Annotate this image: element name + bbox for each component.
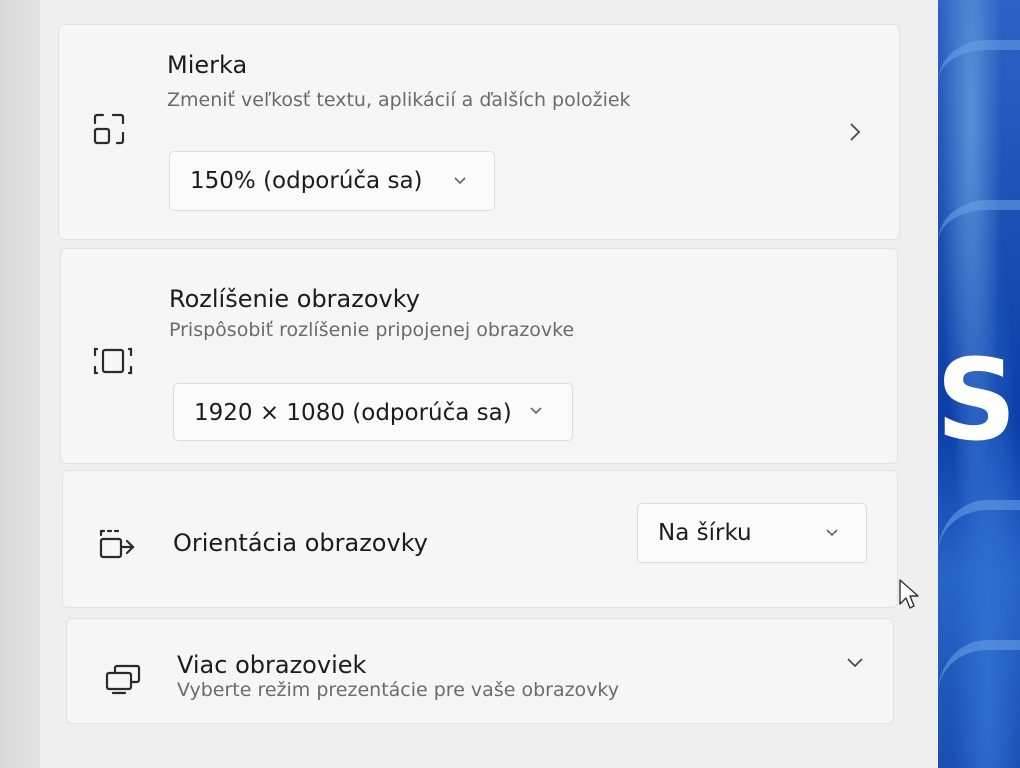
multiple-displays-subtitle: Vyberte režim prezentácie pre vaše obraz… xyxy=(177,679,620,701)
resolution-dropdown[interactable]: 1920 × 1080 (odporúča sa) xyxy=(173,383,573,441)
orientation-icon xyxy=(97,527,141,567)
resolution-subtitle: Prispôsobiť rozlíšenie pripojenej obrazo… xyxy=(169,319,575,341)
wallpaper-logo-letter: S xyxy=(936,336,1017,466)
orientation-card: Orientácia obrazovky Na šírku xyxy=(62,470,898,608)
wallpaper-wave xyxy=(938,640,1020,730)
scale-dropdown[interactable]: 150% (odporúča sa) xyxy=(169,151,495,211)
wallpaper-wave xyxy=(938,200,1020,270)
multiple-displays-card[interactable]: Viac obrazoviek Vyberte režim prezentáci… xyxy=(66,618,894,724)
scale-icon xyxy=(91,111,127,151)
orientation-title: Orientácia obrazovky xyxy=(173,529,428,557)
resolution-card[interactable]: Rozlíšenie obrazovky Prispôsobiť rozlíše… xyxy=(60,248,898,464)
wallpaper-wave xyxy=(938,500,1020,590)
chevron-down-icon[interactable] xyxy=(845,655,865,674)
scale-title: Mierka xyxy=(167,51,248,79)
resolution-title: Rozlíšenie obrazovky xyxy=(169,285,420,313)
scale-card[interactable]: Mierka Zmeniť veľkosť textu, aplikácií a… xyxy=(58,24,900,240)
mouse-cursor-icon xyxy=(898,578,922,616)
resolution-dropdown-value: 1920 × 1080 (odporúča sa) xyxy=(194,400,512,426)
multiple-displays-icon xyxy=(103,663,143,699)
chevron-down-icon xyxy=(452,172,468,191)
chevron-down-icon xyxy=(528,402,544,421)
orientation-dropdown-value: Na šírku xyxy=(658,520,752,546)
chevron-right-icon[interactable] xyxy=(847,121,863,147)
scale-subtitle: Zmeniť veľkosť textu, aplikácií a ďalšíc… xyxy=(167,89,631,111)
chevron-down-icon xyxy=(824,524,840,543)
orientation-dropdown[interactable]: Na šírku xyxy=(637,503,867,563)
wallpaper-wave xyxy=(938,40,1020,110)
multiple-displays-title: Viac obrazoviek xyxy=(177,651,367,679)
scale-dropdown-value: 150% (odporúča sa) xyxy=(190,168,423,194)
resolution-icon xyxy=(91,345,135,381)
